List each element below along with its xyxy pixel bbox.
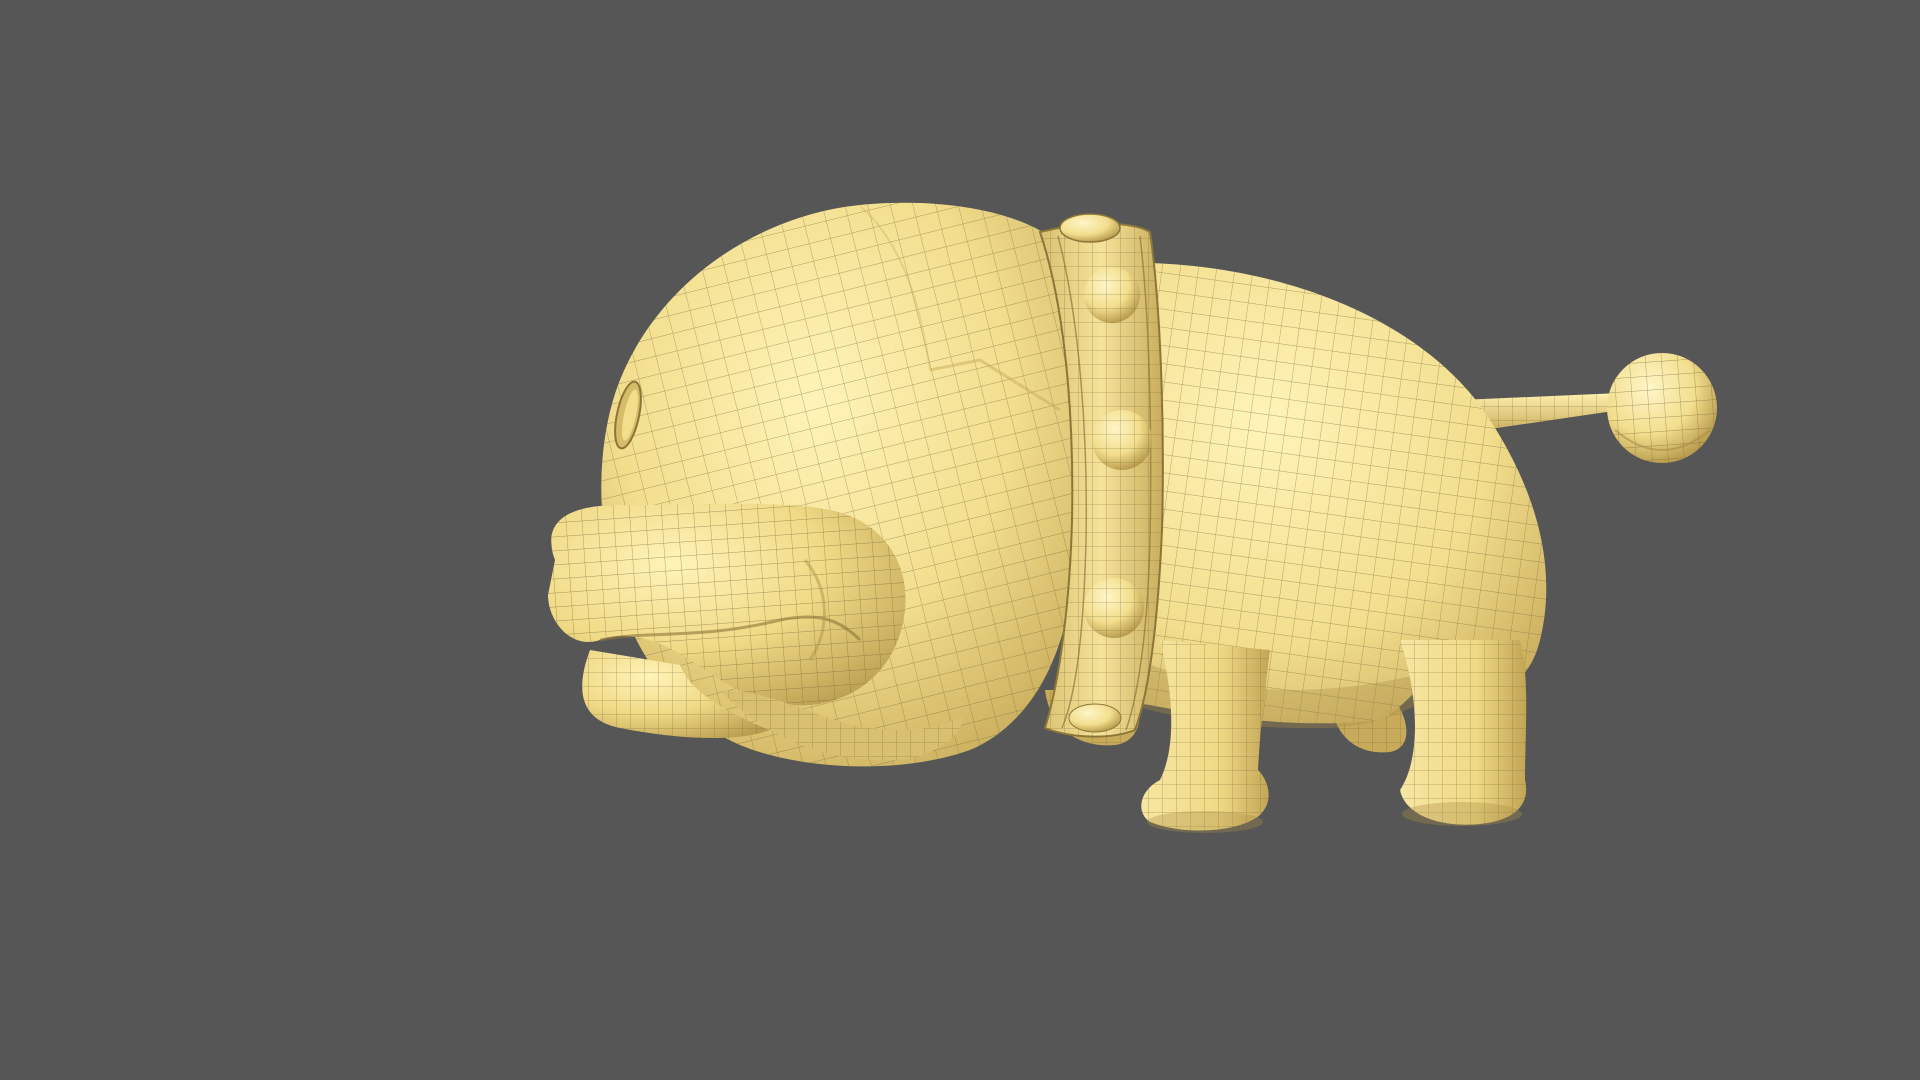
tail-ball xyxy=(1607,353,1717,463)
3d-viewport[interactable] xyxy=(0,0,1920,1080)
model-render xyxy=(548,202,1717,833)
hind-leg xyxy=(1400,640,1527,826)
